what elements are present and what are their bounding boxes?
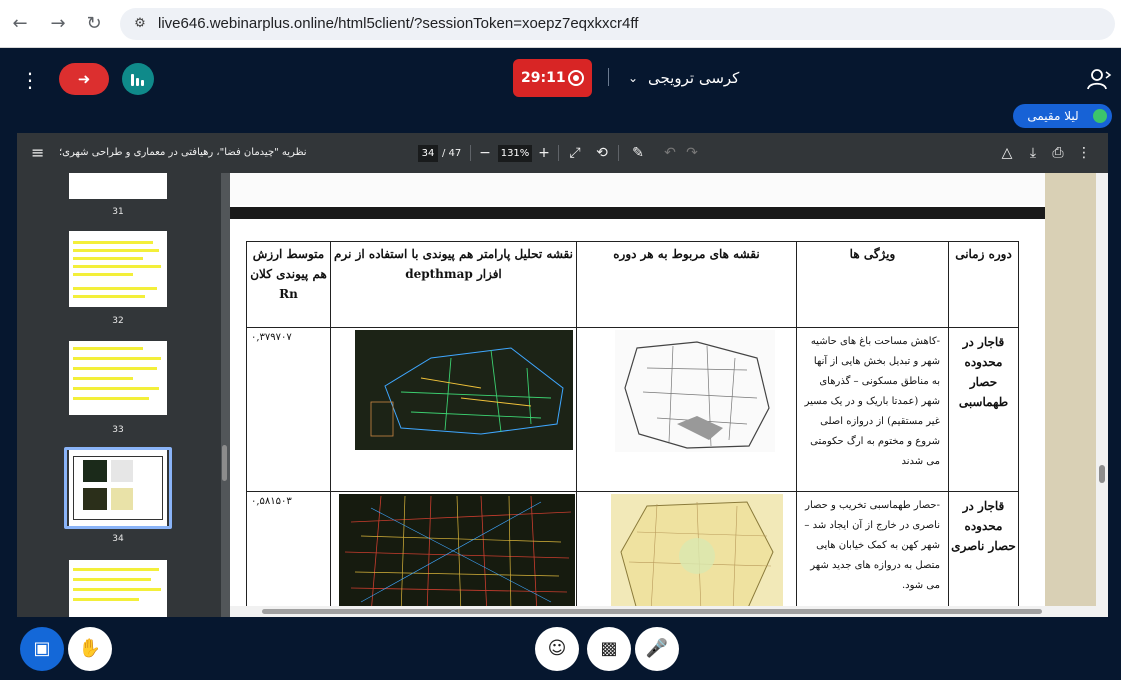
header-maps: نقشه های مربوط به هر دوره [576, 241, 797, 328]
thumbnail-page[interactable] [69, 560, 167, 617]
thumbnail-page[interactable] [69, 231, 167, 307]
record-button[interactable]: 29:11 [513, 59, 592, 97]
raise-hand-icon[interactable]: ✋ [68, 627, 112, 671]
value-cell: ۰,۵۸۱۵۰۳ [246, 491, 331, 616]
zoom-level[interactable]: 131% [498, 145, 532, 162]
record-timer: 29:11 [521, 70, 566, 86]
annotate-icon[interactable]: ✎ [628, 143, 648, 163]
download-icon[interactable]: ⤓ [1023, 143, 1043, 163]
page-header-bar [230, 207, 1096, 219]
page-total: / 47 [442, 148, 462, 159]
thumbnail-page-current[interactable] [69, 450, 167, 526]
thumbnail-scrollbar[interactable] [222, 445, 227, 481]
thumbnail-label: 32 [112, 316, 124, 326]
chevron-down-icon[interactable]: ⌄ [628, 66, 642, 90]
features-cell: -حصار طهماسبی تخریب و حصار ناصری در خارج… [796, 491, 949, 616]
user-icon[interactable] [1086, 66, 1112, 92]
drive-icon[interactable]: △ [997, 143, 1017, 163]
toolbar-divider [618, 145, 619, 161]
toolbar-divider [558, 145, 559, 161]
meeting-header: ⋮ ➜ 29:11 ⌄ کرسی ترویجی لیلا مقیمی [0, 48, 1121, 132]
browser-toolbar: ← → ↻ ⚙ live646.webinarplus.online/html5… [0, 0, 1121, 48]
pdf-viewer: ≡ نظریه "چیدمان فضا"، رهیافتی در معماری … [17, 133, 1108, 617]
address-bar[interactable]: ⚙ live646.webinarplus.online/html5client… [120, 8, 1115, 40]
table-row: قاجار در محدوده حصار ناصری -حصار طهماسبی… [246, 491, 1019, 616]
pdf-toolbar: ≡ نظریه "چیدمان فضا"، رهیافتی در معماری … [17, 133, 1108, 173]
camera-off-icon[interactable]: ▩ [587, 627, 631, 671]
depthmap-image [330, 491, 577, 616]
header-features: ویژگی ها [796, 241, 949, 328]
table-row: قاجار در محدوده حصار طهماسبی -کاهش مساحت… [246, 327, 1019, 492]
active-speaker-badge: لیلا مقیمی [1013, 104, 1112, 128]
page-horizontal-scrollbar[interactable] [230, 606, 1096, 617]
reload-icon[interactable]: ↻ [82, 12, 106, 36]
thumbnail-page[interactable] [69, 341, 167, 415]
page-top-margin [230, 173, 1096, 205]
value-cell: ۰,۳۷۹۷۰۷ [246, 327, 331, 492]
historic-map-image [576, 327, 797, 492]
era-cell: قاجار در محدوده حصار طهماسبی [948, 327, 1019, 492]
page-margin-strip [1045, 173, 1097, 617]
room-title[interactable]: کرسی ترویجی [648, 66, 739, 90]
emoji-icon[interactable]: ☺ [535, 627, 579, 671]
header-era: دوره زمانی [948, 241, 1019, 328]
zoom-in-icon[interactable]: + [534, 143, 554, 163]
header-avg: متوسط ارزش هم پیوندی کلان Rn [246, 241, 331, 328]
thumbnail-panel: 31 32 33 34 [17, 173, 221, 617]
page-vertical-scrollbar[interactable] [1096, 173, 1108, 617]
fit-icon[interactable]: ⤢ [565, 143, 585, 163]
undo-icon[interactable]: ↶ [660, 143, 680, 163]
screen-share-icon[interactable]: ▣ [20, 627, 64, 671]
back-icon[interactable]: ← [8, 12, 32, 36]
mic-off-icon[interactable]: 🎤 [635, 627, 679, 671]
thumbnail-label: 34 [112, 534, 124, 544]
zoom-out-icon[interactable]: − [475, 143, 495, 163]
era-cell: قاجار در محدوده حصار ناصری [948, 491, 1019, 616]
more-icon[interactable]: ⋮ [1074, 143, 1094, 163]
redo-icon[interactable]: ↷ [682, 143, 702, 163]
sidebar-icon[interactable]: ≡ [31, 143, 47, 163]
thumbnail-label: 33 [112, 425, 124, 435]
page-number-input[interactable]: 34 [418, 145, 438, 162]
rotate-icon[interactable]: ⟲ [592, 143, 612, 163]
speaker-name: لیلا مقیمی [1027, 109, 1079, 123]
url-text[interactable]: live646.webinarplus.online/html5client/?… [158, 8, 638, 40]
depthmap-image [330, 327, 577, 492]
pdf-page: دوره زمانی ویژگی ها نقشه های مربوط به هر… [230, 173, 1105, 617]
historic-map-image [576, 491, 797, 616]
thumbnail-label: 31 [112, 207, 124, 217]
forward-icon[interactable]: → [46, 12, 70, 36]
pdf-title: نظریه "چیدمان فضا"، رهیافتی در معماری و … [59, 147, 307, 158]
toolbar-divider [470, 145, 471, 161]
thumbnail-page[interactable] [69, 173, 167, 199]
leave-icon[interactable]: ➜ [59, 63, 109, 95]
menu-icon[interactable]: ⋮ [20, 68, 40, 92]
mic-icon [1093, 109, 1107, 123]
stats-icon[interactable] [122, 63, 154, 95]
features-cell: -کاهش مساحت باغ های حاشیه شهر و تبدیل بخ… [796, 327, 949, 492]
print-icon[interactable]: ⎙ [1048, 143, 1068, 163]
record-icon [568, 70, 584, 86]
header-analysis: نقشه تحلیل پارامتر هم پیوندی با استفاده … [330, 241, 577, 328]
site-settings-icon[interactable]: ⚙ [130, 14, 150, 34]
document-table: دوره زمانی ویژگی ها نقشه های مربوط به هر… [246, 241, 1019, 616]
meeting-controls: ▣ ✋ ☺ ▩ 🎤 [0, 617, 1121, 680]
divider [608, 68, 609, 86]
